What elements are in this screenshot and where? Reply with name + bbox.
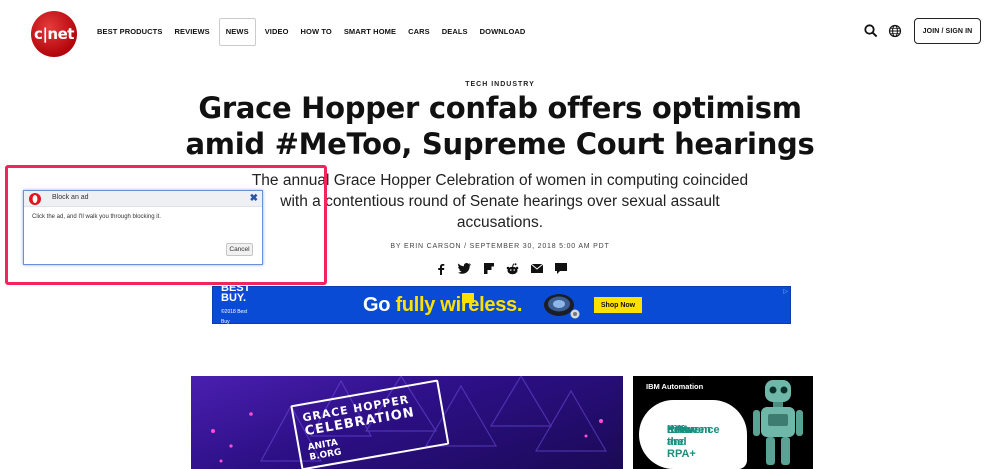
ad-text-part-1: Go [363,294,396,316]
ad-choices-icon[interactable]: ▷ [783,288,788,295]
earbuds-case-icon [544,294,580,319]
article-headline: Grace Hopper confab offers optimism amid… [150,90,850,162]
robot-illustration [753,380,803,465]
dialog-title: Block an ad [52,194,89,201]
nav-news[interactable]: NEWS [218,18,256,46]
nav-reviews[interactable]: REVIEWS [168,18,215,46]
ad-brand-line-2: BUY. [221,292,247,304]
bestbuy-logo: BEST BUY. ©2018 Best Buy [221,283,253,327]
nav-smart-home[interactable]: SMART HOME [338,18,402,46]
twitter-icon[interactable] [457,262,472,275]
nav-download[interactable]: DOWNLOAD [474,18,532,46]
cnet-logo[interactable]: c|net [31,11,77,57]
main-nav: BEST PRODUCTS REVIEWS NEWS VIDEO HOW TO … [91,18,531,46]
nav-best-products[interactable]: BEST PRODUCTS [91,18,168,46]
shop-now-button[interactable]: Shop Now [594,297,642,313]
logo-text: c|net [34,25,74,43]
bestbuy-ad-banner[interactable]: BEST BUY. ©2018 Best Buy Go fully wirele… [212,283,791,327]
headline-line-2: amid #MeToo, Supreme Court hearings [185,127,815,161]
nav-how-to[interactable]: HOW TO [295,18,338,46]
ad-copyright: ©2018 Best Buy [221,309,248,325]
ad-text-part-2: fully wireless. [395,294,523,316]
ibm-sidebar-ad[interactable]: IBM Automation Know the difference betwe… [633,376,813,469]
opera-icon [29,193,41,205]
ad-headline: Go fully wireless. [363,294,522,317]
speech-bubble: Know the difference between RPA and RPA+ [639,400,747,469]
search-icon[interactable] [864,24,878,38]
join-sign-in-button[interactable]: JOIN / SIGN IN [914,18,981,44]
facebook-icon[interactable] [433,262,448,275]
nav-cars[interactable]: CARS [402,18,436,46]
headline-line-1: Grace Hopper confab offers optimism [198,91,802,125]
close-icon[interactable]: ✖ [250,192,258,205]
reddit-icon[interactable] [505,262,520,275]
block-ad-dialog: Block an ad ✖ Click the ad, and I'll wal… [23,190,263,265]
section-kicker[interactable]: TECH INDUSTRY [0,81,1000,88]
dialog-message: Click the ad, and I'll walk you through … [32,214,161,220]
nav-video[interactable]: VIDEO [259,18,295,46]
nav-deals[interactable]: DEALS [436,18,474,46]
article-hero-image[interactable]: GRACE HOPPER CELEBRATION ANITA B.ORG [191,376,623,469]
flipboard-icon[interactable] [481,262,496,275]
dialog-title-bar: Block an ad ✖ [24,191,262,207]
cancel-button[interactable]: Cancel [226,243,253,256]
globe-icon[interactable] [888,24,902,38]
email-icon[interactable] [529,262,544,275]
comment-icon[interactable] [553,262,568,275]
ibm-brand: IBM Automation [646,382,704,391]
bubble-line-4: RPA and RPA+ [667,424,696,460]
share-bar [433,262,568,275]
